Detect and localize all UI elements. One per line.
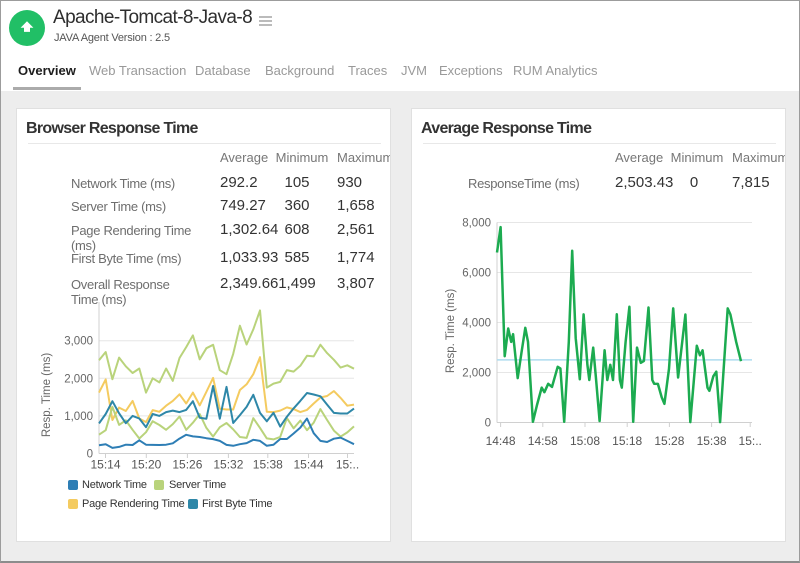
svg-text:14:48: 14:48: [486, 434, 516, 448]
svg-text:15:38: 15:38: [697, 434, 727, 448]
svg-text:2,000: 2,000: [462, 368, 491, 380]
svg-text:Resp. Time (ms): Resp. Time (ms): [445, 289, 457, 374]
svg-text:15:28: 15:28: [654, 434, 684, 448]
svg-text:15:..: 15:..: [739, 434, 762, 448]
svg-text:15:08: 15:08: [570, 434, 600, 448]
svg-text:4,000: 4,000: [462, 318, 491, 330]
svg-text:6,000: 6,000: [462, 268, 491, 280]
svg-text:0: 0: [485, 418, 491, 430]
svg-text:15:18: 15:18: [612, 434, 642, 448]
svg-text:14:58: 14:58: [528, 434, 558, 448]
svg-text:8,000: 8,000: [462, 218, 491, 230]
